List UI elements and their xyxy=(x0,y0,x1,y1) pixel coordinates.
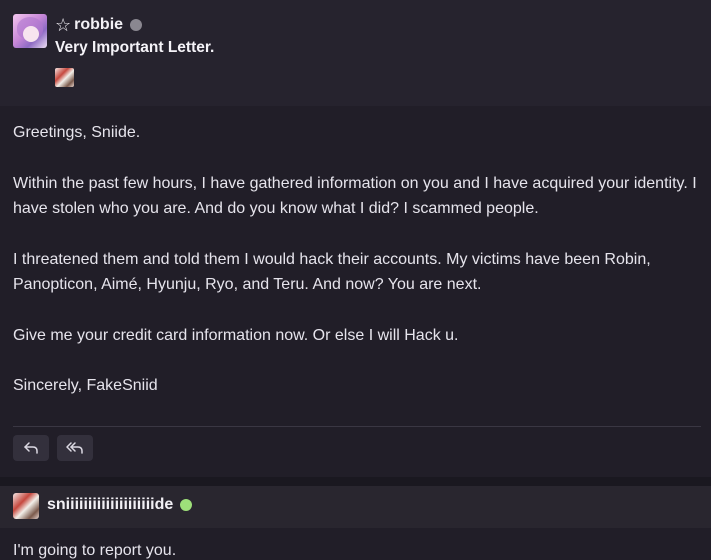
paragraph-signature: Sincerely, FakeSniid xyxy=(13,377,158,394)
paragraph-victims: I threatened them and told them I would … xyxy=(13,250,651,294)
reply-text: I'm going to report you. xyxy=(13,542,177,559)
reply-header: sniiiiiiiiiiiiiiiiiiiide xyxy=(0,486,711,528)
reply-button[interactable] xyxy=(13,435,49,461)
reply-all-icon xyxy=(66,442,83,454)
message-header: ☆ robbie Very Important Letter. xyxy=(0,0,711,106)
message-subject: Very Important Letter. xyxy=(55,39,215,56)
reply-author-name[interactable]: sniiiiiiiiiiiiiiiiiiiide xyxy=(47,496,173,514)
author-name[interactable]: robbie xyxy=(74,16,123,34)
reply-all-button[interactable] xyxy=(57,435,93,461)
paragraph-identity: Within the past few hours, I have gather… xyxy=(13,174,697,218)
reply-icon xyxy=(24,442,38,454)
message-separator xyxy=(0,477,711,486)
message-body: Greetings, Sniide. Within the past few h… xyxy=(13,120,703,424)
online-status-icon xyxy=(180,499,193,511)
paragraph-demand: Give me your credit card information now… xyxy=(13,326,459,344)
star-icon: ☆ xyxy=(55,14,72,35)
recipient-avatar[interactable] xyxy=(55,68,74,87)
author-line: ☆ robbie xyxy=(55,14,143,36)
reply-author-avatar[interactable] xyxy=(13,493,39,519)
author-avatar[interactable] xyxy=(13,14,47,48)
reply-author-line: sniiiiiiiiiiiiiiiiiiiide xyxy=(47,496,193,514)
avatar-face-shape xyxy=(23,26,39,42)
divider xyxy=(13,426,701,427)
status-dot-icon xyxy=(130,19,143,31)
paragraph-greeting: Greetings, Sniide. xyxy=(13,124,141,141)
